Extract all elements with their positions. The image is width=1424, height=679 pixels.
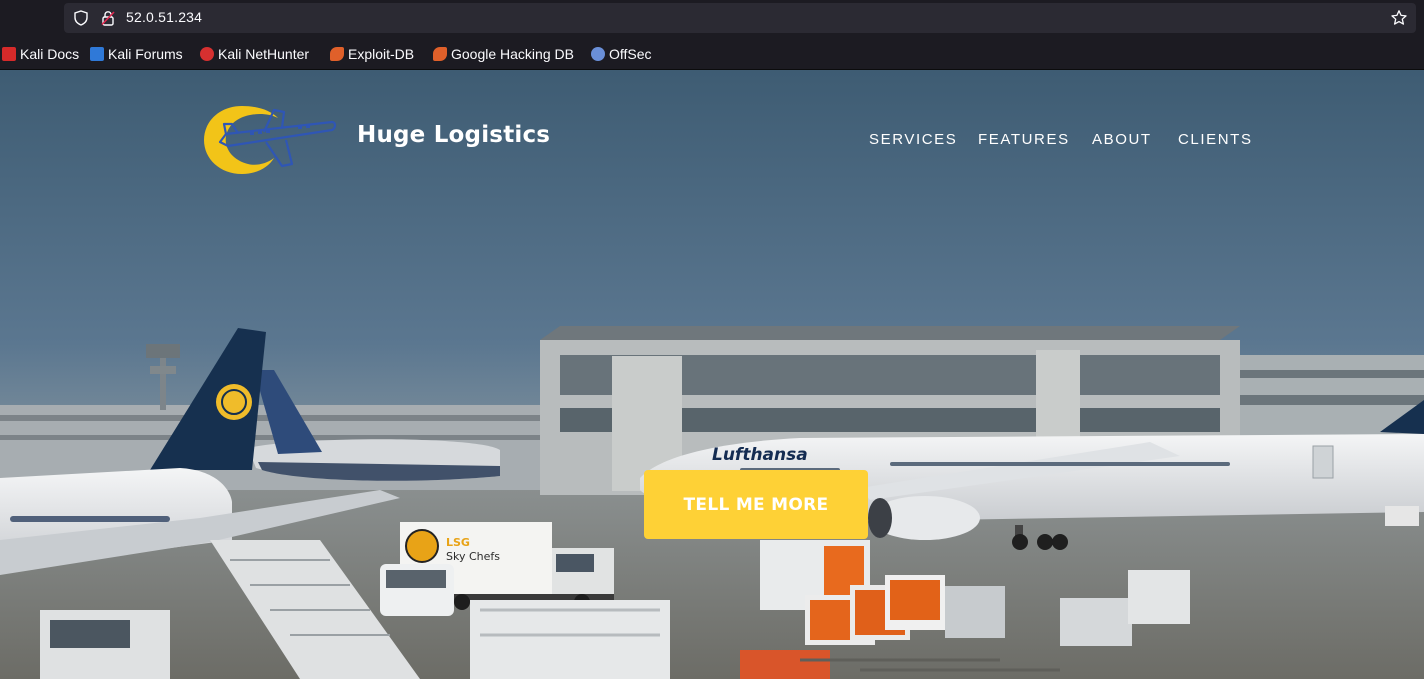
bookmark-offsec[interactable]: OffSec xyxy=(591,45,652,63)
hero-section: Lufthansa LSG Sky Chefs Huge Logistics S… xyxy=(0,70,1424,679)
bookmark-kali-nethunter[interactable]: Kali NetHunter xyxy=(200,45,309,63)
bookmark-google-hacking-db[interactable]: Google Hacking DB xyxy=(433,45,574,63)
bookmark-label: Kali NetHunter xyxy=(218,46,310,62)
svg-text:Lufthansa: Lufthansa xyxy=(712,445,808,465)
bookmark-exploit-db[interactable]: Exploit-DB xyxy=(330,45,414,63)
kali-nethunter-icon xyxy=(200,47,214,61)
bookmark-kali-docs[interactable]: Kali Docs xyxy=(2,45,79,63)
huge-logistics-logo-icon[interactable] xyxy=(202,102,338,178)
bookmark-label: Google Hacking DB xyxy=(451,46,574,62)
kali-docs-icon xyxy=(2,47,16,61)
kali-forums-icon xyxy=(90,47,104,61)
bookmarks-toolbar: Kali Docs Kali Forums Kali NetHunter Exp… xyxy=(0,37,1424,70)
nav-clients[interactable]: CLIENTS xyxy=(1178,131,1253,148)
svg-text:Sky Chefs: Sky Chefs xyxy=(446,550,500,563)
exploit-db-icon xyxy=(330,47,344,61)
bookmark-label: Exploit-DB xyxy=(348,46,415,62)
bookmark-label: Kali Docs xyxy=(20,46,80,62)
nav-services[interactable]: SERVICES xyxy=(869,131,957,148)
nav-about[interactable]: ABOUT xyxy=(1092,131,1152,148)
browser-toolbar: 52.0.51.234 xyxy=(0,0,1424,37)
tell-me-more-button[interactable]: TELL ME MORE xyxy=(644,470,868,539)
insecure-lock-icon[interactable] xyxy=(100,10,116,26)
address-bar[interactable]: 52.0.51.234 xyxy=(64,3,1416,33)
bookmark-star-icon[interactable] xyxy=(1390,9,1408,27)
tracking-protection-shield-icon[interactable] xyxy=(73,10,89,26)
ghdb-icon xyxy=(433,47,447,61)
bookmark-kali-forums[interactable]: Kali Forums xyxy=(90,45,183,63)
url-text[interactable]: 52.0.51.234 xyxy=(126,9,202,25)
brand-name[interactable]: Huge Logistics xyxy=(357,122,550,148)
nav-features[interactable]: FEATURES xyxy=(978,131,1070,148)
bookmark-label: Kali Forums xyxy=(108,46,183,62)
offsec-icon xyxy=(591,47,605,61)
bookmark-label: OffSec xyxy=(609,46,652,62)
svg-text:LSG: LSG xyxy=(446,536,470,549)
